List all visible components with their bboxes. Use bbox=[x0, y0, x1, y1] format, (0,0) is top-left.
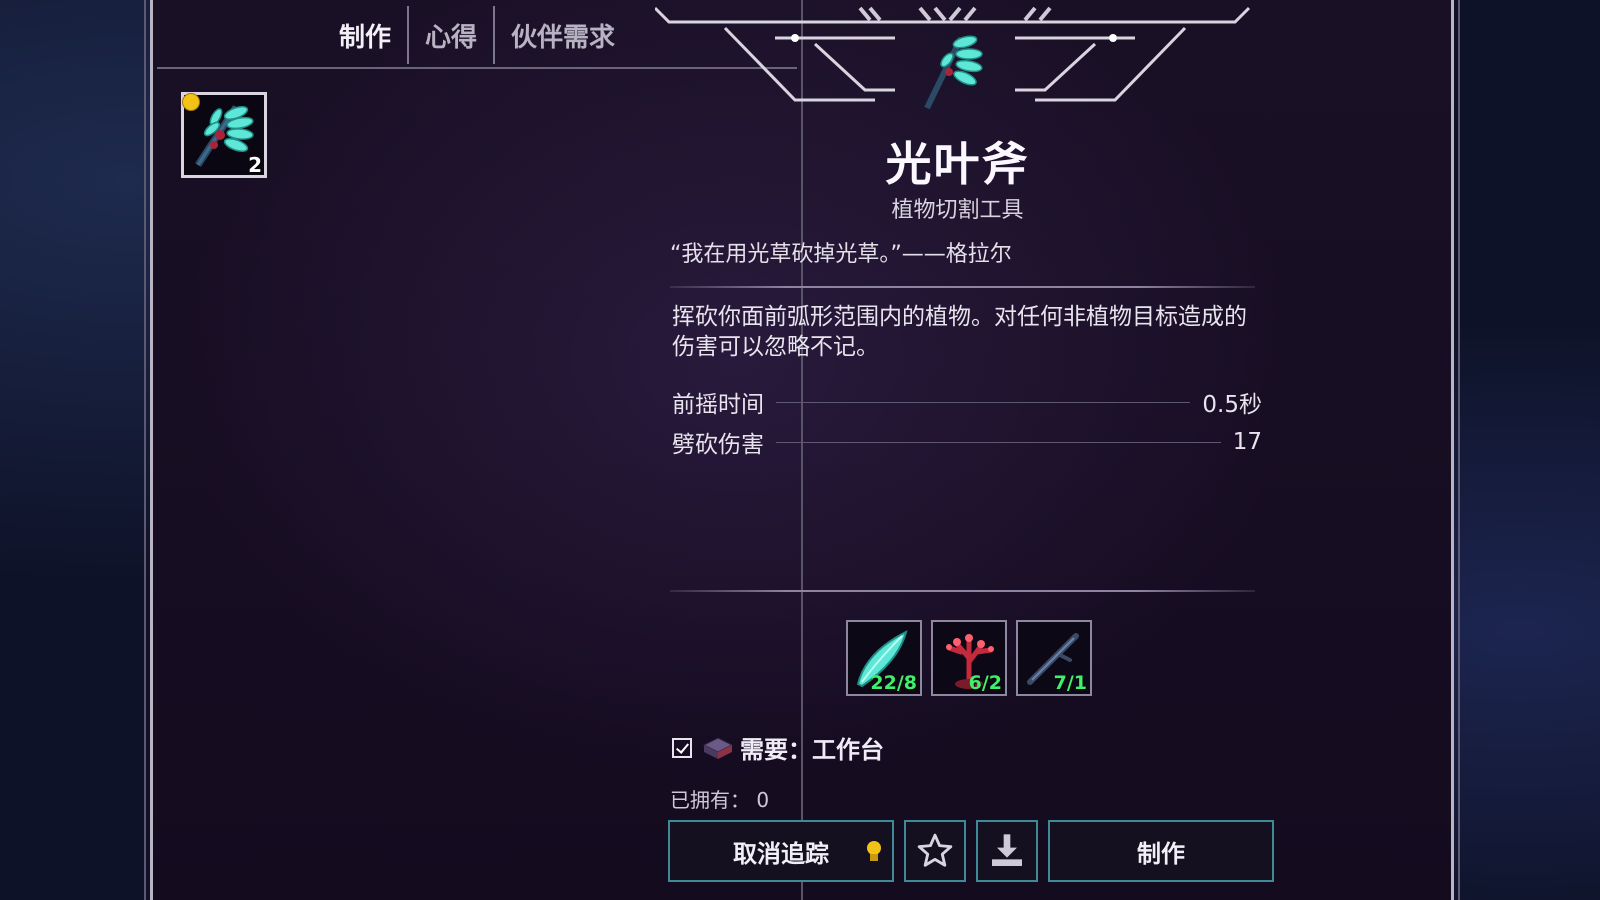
download-button[interactable] bbox=[976, 820, 1038, 882]
item-name: 光叶斧 bbox=[885, 137, 1030, 191]
item-quote: “我在用光草砍掉光草。”——格拉尔 bbox=[670, 242, 1012, 267]
stat-label: 劈砍伤害 bbox=[672, 432, 764, 458]
favorite-button[interactable] bbox=[904, 820, 966, 882]
untrack-button[interactable]: 取消追踪 bbox=[668, 820, 894, 882]
tab-crafting[interactable]: 制作 bbox=[323, 15, 407, 61]
divider bbox=[670, 590, 1255, 592]
ingredient-slot[interactable]: 22/8 bbox=[846, 620, 922, 696]
tab-insights[interactable]: 心得 bbox=[409, 15, 493, 61]
divider bbox=[670, 286, 1255, 288]
recipe-count: 2 bbox=[248, 153, 262, 177]
stat-value: 0.5秒 bbox=[1202, 392, 1262, 418]
tab-companion-needs[interactable]: 伙伴需求 bbox=[495, 15, 631, 61]
craft-button[interactable]: 制作 bbox=[1048, 820, 1274, 882]
ingredient-slot[interactable]: 7/1 bbox=[1016, 620, 1092, 696]
requirement-checkbox[interactable] bbox=[672, 737, 692, 758]
ingredient-slot[interactable]: 6/2 bbox=[931, 620, 1007, 696]
stat-label: 前摇时间 bbox=[672, 392, 764, 418]
stat-windup-time: 前摇时间 0.5秒 bbox=[672, 386, 1262, 418]
requirement-row: 需要：工作台 bbox=[672, 730, 884, 765]
stat-leader-line bbox=[776, 401, 1191, 403]
ingredient-qty: 22/8 bbox=[870, 672, 917, 694]
item-description: 挥砍你面前弧形范围内的植物。对任何非植物目标造成的伤害可以忽略不记。 bbox=[672, 304, 1247, 360]
ingredient-qty: 7/1 bbox=[1053, 672, 1087, 694]
stat-value: 17 bbox=[1232, 429, 1262, 455]
star-icon bbox=[917, 833, 953, 867]
stat-chop-damage: 劈砍伤害 17 bbox=[672, 426, 1262, 458]
recipe-slot-glow-leaf-axe[interactable]: 2 bbox=[181, 92, 267, 178]
ingredient-qty: 6/2 bbox=[968, 672, 1002, 694]
tracked-indicator bbox=[182, 93, 200, 111]
workbench-icon bbox=[702, 736, 734, 759]
ingredient-list: 22/8 6/2 7/1 bbox=[846, 620, 1092, 696]
lightbulb-icon bbox=[867, 841, 881, 861]
owned-count: 已拥有： 0 bbox=[670, 788, 770, 812]
stat-leader-line bbox=[776, 441, 1221, 443]
header-ornament bbox=[655, 6, 1251, 110]
untrack-button-label: 取消追踪 bbox=[733, 839, 829, 868]
item-type: 植物切割工具 bbox=[891, 198, 1024, 223]
download-icon bbox=[992, 834, 1022, 866]
tab-bar: 制作 心得 伙伴需求 bbox=[323, 6, 631, 64]
requirement-label: 需要：工作台 bbox=[740, 736, 884, 764]
